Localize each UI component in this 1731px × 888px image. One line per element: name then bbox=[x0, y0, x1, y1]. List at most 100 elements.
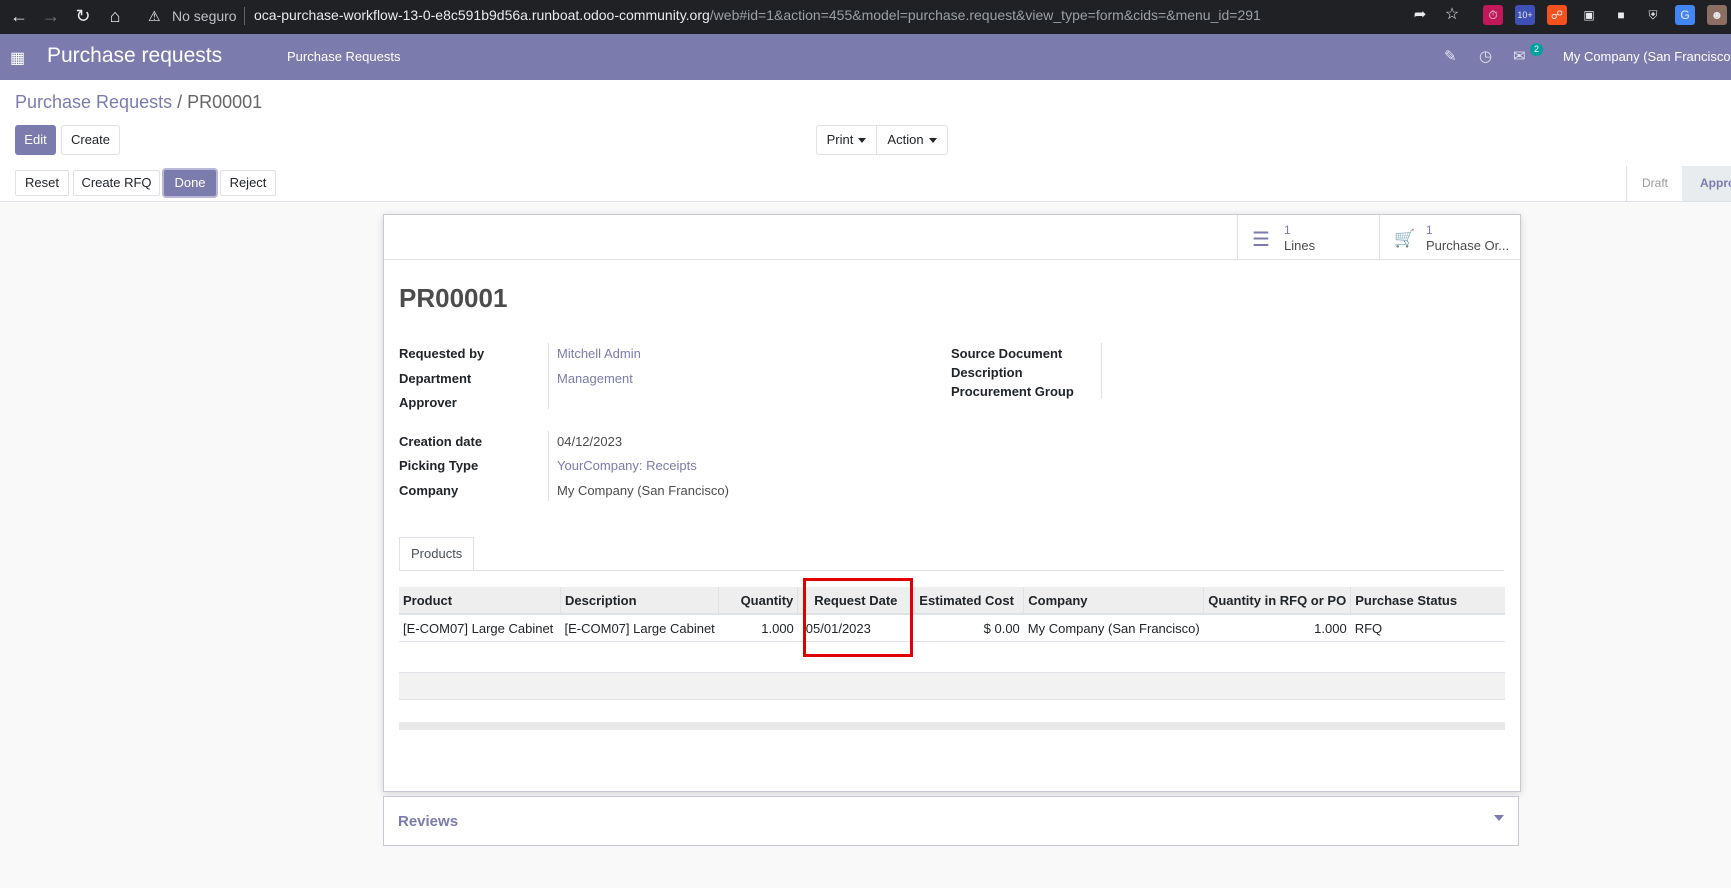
app-title[interactable]: Purchase requests bbox=[47, 44, 222, 68]
cell-quantity: 1.000 bbox=[718, 614, 798, 642]
link-extension-icon[interactable]: ☍ bbox=[1547, 5, 1567, 25]
browser-toolbar: ← → ↻ ⌂ ⚠ No seguro oca-purchase-workflo… bbox=[0, 0, 1731, 34]
translate-extension-icon[interactable]: G bbox=[1675, 5, 1695, 25]
reviews-panel[interactable]: Reviews bbox=[383, 796, 1519, 846]
main-navbar: ▦ Purchase requests Purchase Requests ✎ … bbox=[0, 34, 1731, 80]
column-header-purchase-status[interactable]: Purchase Status bbox=[1350, 587, 1505, 615]
breadcrumb: Purchase Requests / PR00001 bbox=[15, 92, 262, 113]
stage-draft[interactable]: Draft bbox=[1626, 166, 1683, 201]
menu-purchase-requests[interactable]: Purchase Requests bbox=[287, 49, 400, 64]
stage-approved[interactable]: Appro bbox=[1682, 166, 1731, 201]
approver-label: Approver bbox=[399, 395, 457, 410]
department-label: Department bbox=[399, 371, 472, 386]
purchase-request-lines-table: Product Description Quantity Request Dat… bbox=[399, 587, 1505, 642]
form-sheet: ☰ 1 Lines 🛒 1 Purchase Or... PR00001 Req… bbox=[383, 214, 1521, 792]
timer-extension-icon[interactable]: ⏱ bbox=[1483, 5, 1503, 25]
url-path: /web#id=1&action=455&model=purchase.requ… bbox=[709, 7, 1261, 23]
table-scrollbar[interactable] bbox=[399, 722, 1505, 730]
forward-arrow-icon[interactable]: → bbox=[40, 6, 62, 27]
edit-button[interactable]: Edit bbox=[15, 125, 56, 155]
reject-button[interactable]: Reject bbox=[220, 170, 276, 196]
tab-underline bbox=[399, 570, 1504, 571]
url-host: oca-purchase-workflow-13-0-e8c591b9d56a.… bbox=[254, 7, 710, 23]
table-header-row: Product Description Quantity Request Dat… bbox=[399, 587, 1505, 615]
monitor-extension-icon[interactable]: ▣ bbox=[1579, 5, 1599, 25]
breadcrumb-current: PR00001 bbox=[187, 92, 263, 112]
field-divider bbox=[548, 343, 549, 409]
creation-date-value[interactable]: 04/12/2023 bbox=[557, 434, 622, 449]
picking-type-value[interactable]: YourCompany: Receipts bbox=[557, 458, 697, 473]
description-label: Description bbox=[951, 365, 1023, 380]
reload-icon[interactable]: ↻ bbox=[72, 6, 94, 27]
column-header-qty-rfq-po[interactable]: Quantity in RFQ or PO bbox=[1203, 587, 1351, 615]
security-label[interactable]: No seguro bbox=[172, 8, 237, 24]
lock-extension-icon[interactable]: ■ bbox=[1611, 5, 1631, 25]
lines-smart-button[interactable]: ☰ 1 Lines bbox=[1237, 215, 1379, 259]
cell-product: [E-COM07] Large Cabinet bbox=[399, 614, 561, 642]
requested-by-value[interactable]: Mitchell Admin bbox=[557, 346, 641, 361]
warning-icon[interactable]: ⚠ bbox=[148, 8, 161, 25]
form-view: ☰ 1 Lines 🛒 1 Purchase Or... PR00001 Req… bbox=[0, 202, 1731, 888]
chevron-down-icon bbox=[1494, 815, 1504, 821]
smart-button-box: ☰ 1 Lines 🛒 1 Purchase Or... bbox=[384, 215, 1520, 260]
action-label: Action bbox=[887, 132, 924, 147]
reviews-title: Reviews bbox=[398, 813, 459, 830]
department-value[interactable]: Management bbox=[557, 371, 633, 386]
source-document-label: Source Document bbox=[951, 346, 1063, 361]
field-divider bbox=[1101, 343, 1102, 399]
purchase-orders-label: Purchase Or... bbox=[1426, 238, 1510, 253]
print-dropdown[interactable]: Print bbox=[816, 125, 877, 155]
extension-badge-icon[interactable]: 10+ bbox=[1515, 5, 1535, 25]
activity-clock-icon[interactable]: ◷ bbox=[1479, 47, 1492, 65]
bookmark-star-icon[interactable]: ☆ bbox=[1442, 5, 1462, 25]
column-header-estimated-cost[interactable]: Estimated Cost bbox=[914, 587, 1024, 615]
table-row[interactable]: [E-COM07] Large Cabinet [E-COM07] Large … bbox=[399, 614, 1505, 642]
cell-description: [E-COM07] Large Cabinet bbox=[560, 614, 719, 642]
control-panel: Purchase Requests / PR00001 Edit Create … bbox=[0, 80, 1731, 167]
purchase-orders-count: 1 bbox=[1426, 223, 1433, 237]
picking-type-label: Picking Type bbox=[399, 458, 479, 473]
extension-badge-count: 10+ bbox=[1517, 10, 1533, 20]
breadcrumb-separator: / bbox=[172, 92, 188, 112]
profile-avatar-icon[interactable]: ☻ bbox=[1707, 5, 1727, 25]
column-header-description[interactable]: Description bbox=[559, 587, 719, 615]
chevron-down-icon bbox=[858, 138, 867, 144]
back-arrow-icon[interactable]: ← bbox=[8, 6, 30, 27]
tab-products[interactable]: Products bbox=[399, 537, 475, 571]
breadcrumb-parent[interactable]: Purchase Requests bbox=[15, 92, 172, 112]
create-button[interactable]: Create bbox=[61, 125, 120, 155]
app-menu-grid-icon[interactable]: ▦ bbox=[10, 48, 25, 68]
column-header-product[interactable]: Product bbox=[399, 587, 561, 615]
cell-purchase-status: RFQ bbox=[1350, 614, 1505, 642]
cell-estimated-cost: $ 0.00 bbox=[914, 614, 1024, 642]
action-dropdown[interactable]: Action bbox=[876, 125, 948, 155]
company-switcher[interactable]: My Company (San Francisco) bbox=[1563, 49, 1731, 64]
purchase-orders-smart-button[interactable]: 🛒 1 Purchase Or... bbox=[1379, 215, 1520, 259]
home-icon[interactable]: ⌂ bbox=[104, 6, 126, 27]
shopping-cart-icon: 🛒 bbox=[1394, 229, 1416, 248]
column-header-company[interactable]: Company bbox=[1023, 587, 1204, 615]
shield-extension-icon[interactable]: ⛨ bbox=[1643, 5, 1663, 25]
procurement-group-label: Procurement Group bbox=[951, 384, 1074, 399]
statusbar: Reset Create RFQ Done Reject Draft Appro bbox=[0, 166, 1731, 202]
cell-qty-rfq-po: 1.000 bbox=[1203, 614, 1351, 642]
lines-label: Lines bbox=[1284, 238, 1316, 253]
column-header-quantity[interactable]: Quantity bbox=[718, 587, 798, 615]
address-separator bbox=[244, 7, 245, 25]
cell-company: My Company (San Francisco) bbox=[1023, 614, 1204, 642]
company-value[interactable]: My Company (San Francisco) bbox=[557, 483, 729, 498]
address-bar[interactable]: oca-purchase-workflow-13-0-e8c591b9d56a.… bbox=[254, 7, 1261, 23]
create-rfq-button[interactable]: Create RFQ bbox=[73, 170, 160, 196]
reset-button[interactable]: Reset bbox=[15, 170, 69, 196]
messages-chat-icon[interactable]: ✉ bbox=[1513, 47, 1526, 65]
table-footer-row bbox=[399, 672, 1505, 700]
company-label: Company bbox=[399, 483, 459, 498]
field-divider bbox=[548, 431, 549, 501]
requested-by-label: Requested by bbox=[399, 346, 485, 361]
list-icon: ☰ bbox=[1252, 229, 1270, 251]
edit-note-icon[interactable]: ✎ bbox=[1444, 47, 1457, 65]
creation-date-label: Creation date bbox=[399, 434, 483, 449]
done-button[interactable]: Done bbox=[164, 170, 216, 196]
share-icon[interactable]: ➦ bbox=[1410, 5, 1430, 25]
print-label: Print bbox=[826, 132, 854, 147]
